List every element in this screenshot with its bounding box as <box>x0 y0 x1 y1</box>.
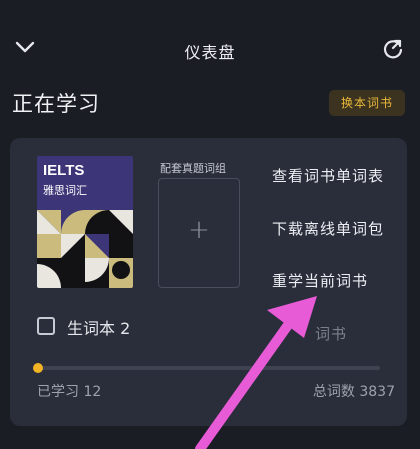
top-bar: 仪表盘 <box>0 0 420 100</box>
section-title: 正在学习 <box>12 92 100 116</box>
page-title: 仪表盘 <box>184 43 236 62</box>
cover-artwork <box>37 210 133 288</box>
learned-count: 已学习 12 <box>37 384 102 400</box>
refresh-icon[interactable] <box>382 38 404 60</box>
menu-item-partial[interactable]: 词书 <box>315 323 347 344</box>
view-wordlist-button[interactable]: 查看词书单词表 <box>272 165 384 186</box>
add-supplement-button[interactable]: + <box>158 178 240 288</box>
download-offline-button[interactable]: 下载离线单词包 <box>272 218 384 239</box>
cover-subtitle: 雅思词汇 <box>43 184 87 197</box>
relearn-book-button[interactable]: 重学当前词书 <box>272 270 368 291</box>
book-cover[interactable]: IELTS 雅思词汇 <box>37 156 133 288</box>
vocab-checkbox[interactable] <box>37 317 55 335</box>
supplement-label: 配套真题词组 <box>160 162 226 175</box>
total-count: 总词数 3837 <box>312 384 395 400</box>
current-book-card: IELTS 雅思词汇 配套真题词组 + 查看词书单词表 下载离线单词包 重学当前… <box>10 138 407 426</box>
progress-track <box>38 366 380 370</box>
plus-icon: + <box>188 215 210 245</box>
cover-title: IELTS <box>43 162 85 179</box>
progress-handle <box>33 363 43 373</box>
vocab-label: 生词本 2 <box>67 319 131 338</box>
change-book-button[interactable]: 换本词书 <box>329 90 405 116</box>
